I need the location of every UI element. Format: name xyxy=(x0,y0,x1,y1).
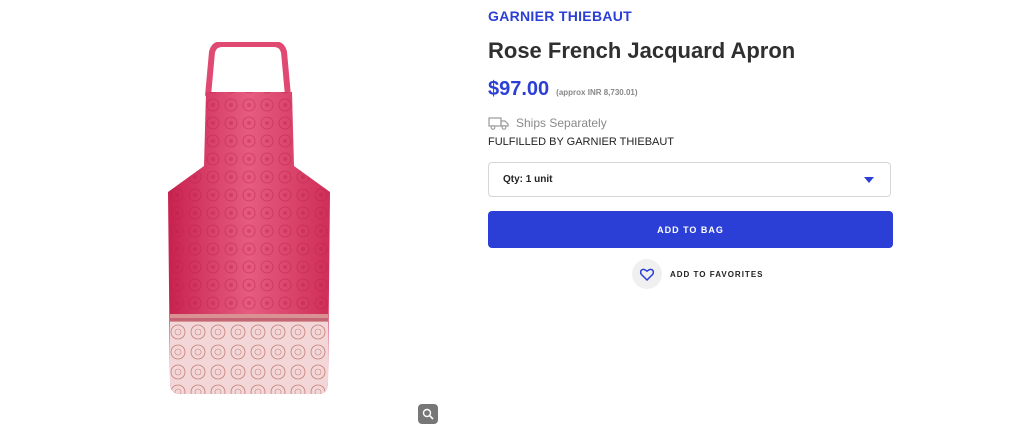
ships-separately-label: Ships Separately xyxy=(516,116,607,130)
shipping-info: Ships Separately xyxy=(488,116,607,130)
add-to-favorites-button[interactable]: ADD TO FAVORITES xyxy=(632,259,764,289)
product-image-apron[interactable] xyxy=(168,42,330,398)
approx-price: (approx INR 8,730.01) xyxy=(556,88,638,97)
zoom-button[interactable] xyxy=(418,404,438,424)
brand-link[interactable]: GARNIER THIEBAUT xyxy=(488,8,632,24)
magnifier-icon xyxy=(422,408,434,420)
quantity-select[interactable]: Qty: 1 unit xyxy=(488,162,891,197)
quantity-value: Qty: 1 unit xyxy=(503,174,553,185)
product-price: $97.00 xyxy=(488,78,550,100)
add-to-favorites-label: ADD TO FAVORITES xyxy=(670,269,764,279)
heart-icon xyxy=(640,268,654,281)
chevron-down-icon xyxy=(864,176,874,183)
add-to-bag-button[interactable]: ADD TO BAG xyxy=(488,211,893,248)
fulfilled-by-label: FULFILLED BY GARNIER THIEBAUT xyxy=(488,136,675,148)
truck-icon xyxy=(488,116,509,130)
favorite-icon-circle[interactable] xyxy=(632,259,662,289)
price-row: $97.00 (approx INR 8,730.01) xyxy=(488,78,638,101)
product-title: Rose French Jacquard Apron xyxy=(488,38,796,63)
product-image-gallery xyxy=(0,0,460,438)
